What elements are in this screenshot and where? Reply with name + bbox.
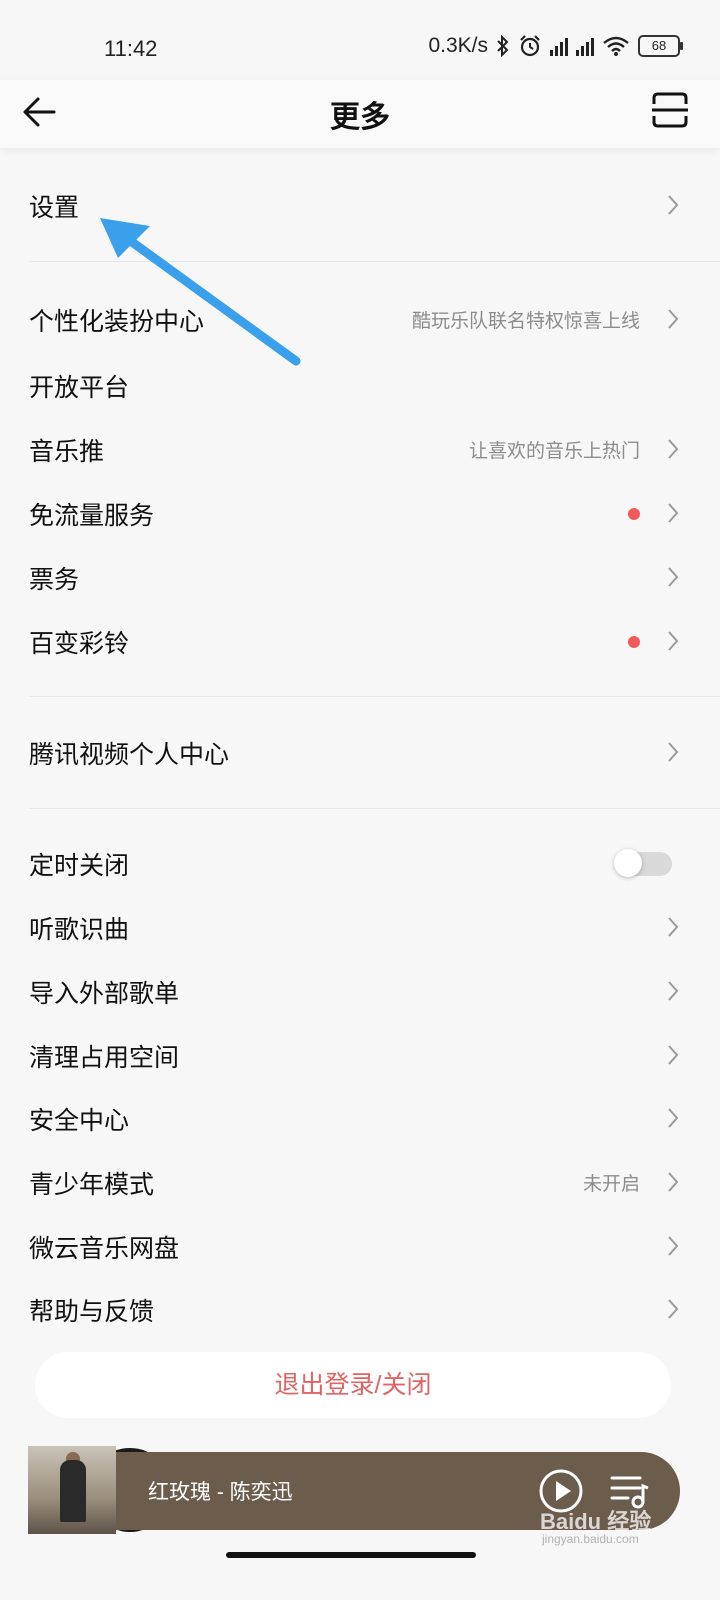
toggle-knob [614,849,642,877]
notification-dot [628,636,640,648]
menu-item-free-data[interactable]: 免流量服务 [0,482,720,546]
menu-item-label: 音乐推 [29,438,105,466]
menu-item-weiyun[interactable]: 微云音乐网盘 [0,1215,720,1279]
menu-item-label: 票务 [29,566,80,594]
chevron-right-icon [668,1299,679,1319]
menu-item-teen-mode[interactable]: 青少年模式 未开启 [0,1151,720,1215]
chevron-right-icon [668,742,679,762]
menu-item-ringtone[interactable]: 百变彩铃 [0,610,720,674]
menu-item-security[interactable]: 安全中心 [0,1087,720,1151]
now-playing-title: 红玫瑰 - 陈奕迅 [148,1481,293,1504]
chevron-right-icon [668,439,679,459]
menu-item-sleep-timer[interactable]: 定时关闭 [0,832,720,896]
chevron-right-icon [668,1236,679,1256]
divider [29,808,720,809]
annotation-arrow [100,218,301,366]
menu-item-label: 腾讯视频个人中心 [29,741,230,769]
menu-item-help[interactable]: 帮助与反馈 [0,1278,720,1342]
album-figure [60,1460,86,1522]
menu-item-label: 听歌识曲 [29,916,130,944]
menu-item-label: 帮助与反馈 [29,1298,155,1326]
menu-item-label: 青少年模式 [29,1171,155,1199]
menu-item-hint: 未开启 [582,1174,640,1195]
notification-dot [628,508,640,520]
watermark-url: jingyan.baidu.com [542,1532,639,1546]
menu-item-label: 安全中心 [29,1107,130,1135]
chevron-right-icon [668,567,679,587]
chevron-right-icon [668,631,679,651]
menu-item-clear-storage[interactable]: 清理占用空间 [0,1024,720,1088]
menu-item-import-playlist[interactable]: 导入外部歌单 [0,960,720,1024]
chevron-right-icon [668,917,679,937]
menu-item-label: 百变彩铃 [29,630,130,658]
chevron-right-icon [668,1108,679,1128]
menu-item-label: 免流量服务 [29,502,155,530]
album-cover[interactable] [28,1446,116,1534]
chevron-right-icon [668,503,679,523]
home-indicator[interactable] [226,1552,476,1558]
menu-item-tickets[interactable]: 票务 [0,546,720,610]
menu-item-song-recognition[interactable]: 听歌识曲 [0,896,720,960]
chevron-right-icon [668,1172,679,1192]
menu-item-label: 微云音乐网盘 [29,1235,180,1263]
chevron-right-icon [668,1045,679,1065]
chevron-right-icon [668,981,679,1001]
menu-item-label: 清理占用空间 [29,1044,180,1072]
divider [29,696,720,697]
sleep-timer-toggle[interactable] [614,849,672,877]
menu-item-hint: 让喜欢的音乐上热门 [468,441,640,462]
menu-item-music-promo[interactable]: 音乐推 让喜欢的音乐上热门 [0,418,720,482]
menu-item-tencent-video[interactable]: 腾讯视频个人中心 [0,721,720,785]
menu-item-label: 定时关闭 [29,852,130,880]
logout-button[interactable]: 退出登录/关闭 [35,1352,671,1418]
menu-item-label: 导入外部歌单 [29,980,180,1008]
